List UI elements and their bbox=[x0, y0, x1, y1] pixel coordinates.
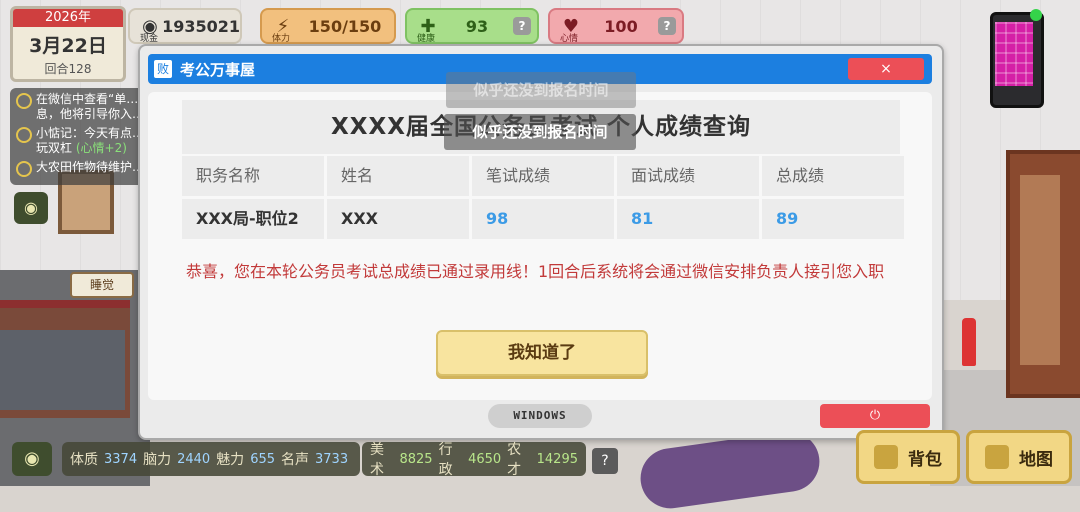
toast-message: 似乎还没到报名时间 bbox=[446, 72, 636, 108]
phone-app-grid-icon[interactable] bbox=[995, 22, 1033, 86]
map-label: 地图 bbox=[1019, 449, 1053, 470]
skill-value: 14295 bbox=[536, 451, 578, 467]
bag-label: 背包 bbox=[908, 449, 942, 470]
skill-value: 8825 bbox=[399, 451, 433, 467]
map-icon bbox=[985, 445, 1009, 469]
event-highlight: (心情+2) bbox=[75, 141, 127, 155]
attributes-help-button[interactable]: ? bbox=[592, 448, 618, 474]
money-value: 1935021 bbox=[162, 16, 240, 36]
calendar: 2026年 3月22日 回合128 bbox=[10, 6, 126, 82]
health-stat: ✚ 健康 93 ? bbox=[405, 8, 539, 44]
money-stat: ◉ 现金 1935021 bbox=[128, 8, 242, 44]
stamina-label: 体力 bbox=[272, 34, 291, 44]
column-header: 职务名称 bbox=[182, 156, 324, 196]
window-title: 考公万事屋 bbox=[180, 60, 256, 79]
mood-value: 100 bbox=[604, 16, 638, 36]
windows-label[interactable]: WINDOWS bbox=[488, 404, 592, 428]
event-log-item[interactable]: 小惦记：今天有点…玩双杠 (心情+2) bbox=[16, 126, 146, 156]
total-score-cell: 89 bbox=[762, 199, 904, 239]
bag-icon bbox=[874, 445, 898, 469]
column-header: 总成绩 bbox=[762, 156, 904, 196]
position-cell: XXX局-职位2 bbox=[182, 199, 324, 239]
event-log-item[interactable]: 在微信中查看“单…息，他将引导你入… bbox=[16, 92, 146, 122]
event-log-item[interactable]: 大农田作物待维护… bbox=[16, 160, 146, 177]
column-header: 面试成绩 bbox=[617, 156, 759, 196]
eye-icon[interactable]: ◉ bbox=[14, 192, 48, 224]
mood-stat: ♥ 心情 100 ? bbox=[548, 8, 684, 44]
attr-name: 魅力 bbox=[216, 452, 245, 468]
fire-extinguisher bbox=[962, 318, 976, 366]
event-log: 在微信中查看“单…息，他将引导你入… 小惦记：今天有点…玩双杠 (心情+2) 大… bbox=[10, 88, 152, 185]
bullet-icon bbox=[16, 93, 32, 109]
money-label: 现金 bbox=[140, 34, 159, 44]
attributes-panel[interactable]: 体质 3374 脑力 2440 魅力 655 名声 3733 bbox=[62, 442, 360, 476]
interview-score-cell: 81 bbox=[617, 199, 759, 239]
written-score-cell: 98 bbox=[472, 199, 614, 239]
bullet-icon bbox=[16, 161, 32, 177]
name-cell: XXX bbox=[327, 199, 469, 239]
attr-value: 3733 bbox=[315, 451, 349, 467]
skill-value: 4650 bbox=[468, 451, 502, 467]
bed-sheet bbox=[0, 330, 125, 410]
attr-name: 脑力 bbox=[143, 452, 172, 468]
column-header: 笔试成绩 bbox=[472, 156, 614, 196]
bag-button[interactable]: 背包 bbox=[856, 430, 960, 484]
rug bbox=[636, 427, 824, 512]
bullet-icon bbox=[16, 127, 32, 143]
result-message: 恭喜，您在本轮公务员考试总成绩已通过录用线！1回合后系统将会通过微信安排负责人接… bbox=[186, 262, 885, 281]
column-header: 姓名 bbox=[327, 156, 469, 196]
score-table: 职务名称 姓名 笔试成绩 面试成绩 总成绩 XXX局-职位2 XXX 98 81… bbox=[182, 156, 904, 239]
close-button[interactable]: × bbox=[848, 58, 924, 80]
attr-name: 体质 bbox=[70, 452, 98, 468]
skill-name: 行政 bbox=[438, 442, 453, 478]
event-text: 在微信中查看“单…息，他将引导你入… bbox=[36, 92, 145, 121]
skill-name: 农才 bbox=[507, 442, 522, 478]
mood-help-button[interactable]: ? bbox=[658, 17, 676, 35]
health-label: 健康 bbox=[417, 34, 436, 44]
power-icon[interactable]: ⏻ bbox=[820, 404, 930, 428]
eye-icon[interactable]: ◉ bbox=[12, 442, 52, 476]
skills-panel[interactable]: 美术 8825 行政 4650 农才 14295 bbox=[362, 442, 586, 478]
stamina-stat: ⚡ 体力 150/150 bbox=[260, 8, 396, 44]
phone-notification-icon bbox=[1030, 9, 1042, 21]
event-text: 大农田作物待维护… bbox=[36, 160, 145, 174]
calendar-date: 3月22日 bbox=[29, 35, 107, 57]
door-panel bbox=[1020, 175, 1060, 365]
health-help-button[interactable]: ? bbox=[513, 17, 531, 35]
attr-value: 2440 bbox=[177, 451, 211, 467]
stamina-value: 150/150 bbox=[308, 16, 382, 36]
calendar-year: 2026年 bbox=[13, 9, 123, 27]
attr-value: 3374 bbox=[104, 451, 138, 467]
sleep-label[interactable]: 睡觉 bbox=[70, 272, 134, 298]
health-value: 93 bbox=[465, 16, 489, 36]
toast-message: 似乎还没到报名时间 bbox=[444, 114, 636, 150]
attr-value: 655 bbox=[250, 451, 276, 467]
skill-name: 美术 bbox=[370, 442, 384, 478]
acknowledge-button[interactable]: 我知道了 bbox=[436, 330, 648, 376]
app-logo-icon: 败 bbox=[154, 60, 172, 78]
round-counter: 回合128 bbox=[44, 62, 92, 76]
mood-label: 心情 bbox=[560, 34, 579, 44]
attr-name: 名声 bbox=[281, 452, 310, 468]
map-button[interactable]: 地图 bbox=[966, 430, 1072, 484]
